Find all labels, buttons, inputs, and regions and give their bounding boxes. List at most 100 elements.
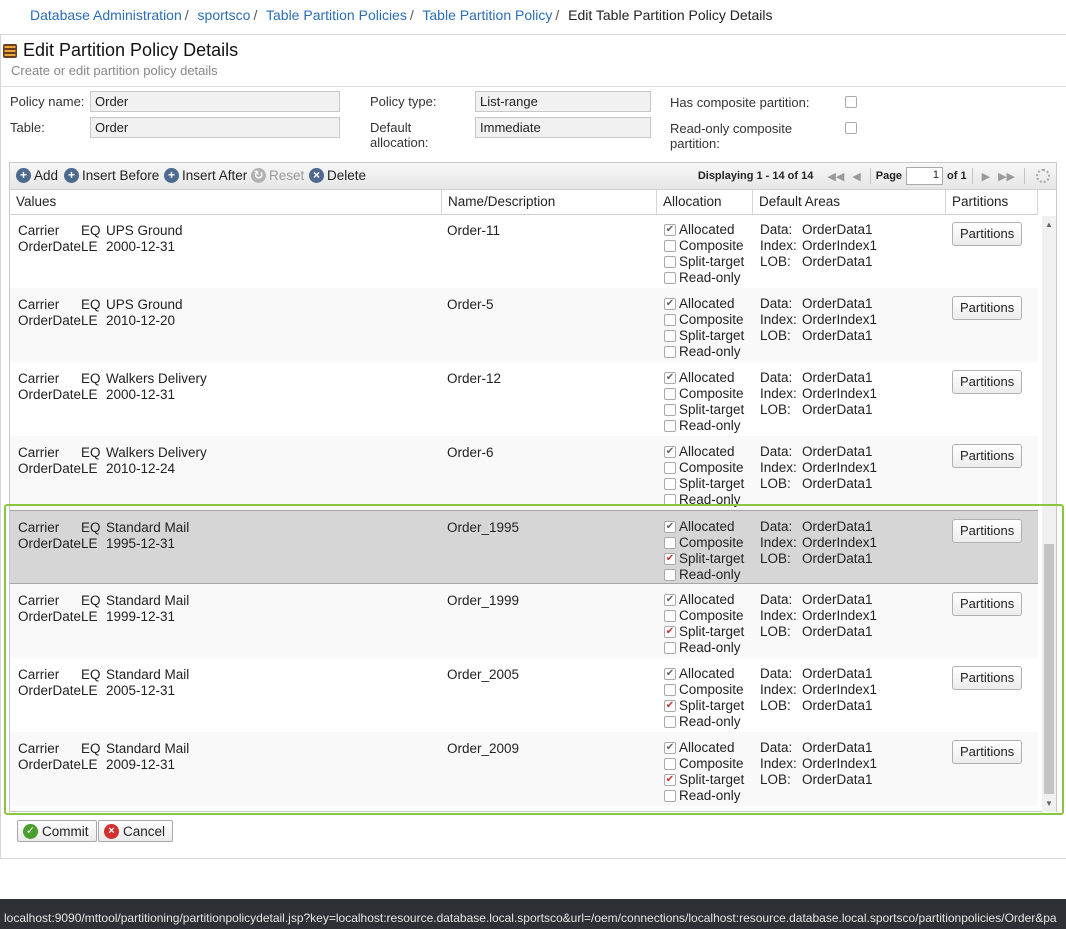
table-row[interactable]: Carrier EQ Standard Mail OrderDate LE 1999-12… (10, 584, 1038, 658)
allocated-checkbox[interactable]: ✔ (664, 594, 676, 606)
readonly-composite-checkbox[interactable] (845, 122, 857, 134)
scroll-up-icon[interactable]: ▲ (1042, 220, 1056, 229)
allocation-label: Composite (679, 608, 744, 623)
allocated-checkbox[interactable]: ✔ (664, 742, 676, 754)
column-header-values[interactable]: Values (10, 190, 442, 215)
table-row[interactable]: Carrier EQ UPS Ground OrderDate LE 2000-12-31… (10, 216, 1038, 288)
partitions-button[interactable]: Partitions (952, 296, 1023, 320)
row-default-areas: Data: OrderData1 Index: OrderIndex1 LOB: Orde… (760, 296, 960, 344)
breadcrumb-table-partition-policy[interactable]: Table Partition Policy (422, 7, 552, 23)
partitions-button[interactable]: Partitions (952, 444, 1023, 468)
first-page-icon[interactable]: ◀◀ (827, 170, 844, 183)
allocated-checkbox[interactable]: ✔ (664, 521, 676, 533)
partitions-button[interactable]: Partitions (952, 519, 1023, 543)
commit-button[interactable]: ✓ Commit (17, 820, 97, 842)
refresh-icon[interactable] (1036, 169, 1050, 183)
split-target-checkbox[interactable]: ✔ (664, 774, 676, 786)
row-name: Order_2009 (447, 741, 520, 756)
vertical-scrollbar[interactable]: ▲ ▼ (1042, 216, 1056, 812)
allocation-option: Split-target (664, 476, 744, 492)
allocated-checkbox[interactable]: ✔ (664, 372, 676, 384)
allocation-label: Allocated (679, 296, 735, 311)
area-value: OrderData1 (802, 370, 873, 385)
default-allocation-field[interactable]: Immediate (475, 117, 651, 138)
composite-checkbox[interactable] (664, 610, 676, 622)
table-field[interactable]: Order (90, 117, 340, 138)
breadcrumb-table-partition-policies[interactable]: Table Partition Policies (266, 7, 407, 23)
value-text: Standard Mail (106, 667, 190, 682)
table-row[interactable]: Carrier EQ Walkers Delivery OrderDate LE 2010… (10, 436, 1038, 510)
read-only-checkbox[interactable] (664, 569, 676, 581)
column-header-allocation[interactable]: Allocation (657, 190, 753, 215)
partitions-button[interactable]: Partitions (952, 222, 1023, 246)
area-line: LOB: OrderData1 (760, 551, 960, 567)
allocation-option: ✔ Split-target (664, 698, 744, 714)
insert-after-button[interactable]: + Insert After (164, 168, 247, 183)
split-target-checkbox[interactable]: ✔ (664, 700, 676, 712)
read-only-checkbox[interactable] (664, 346, 676, 358)
allocated-checkbox[interactable]: ✔ (664, 668, 676, 680)
scroll-thumb[interactable] (1044, 544, 1054, 794)
allocation-option: ✔ Split-target (664, 772, 744, 788)
table-row[interactable]: Carrier EQ UPS Ground OrderDate LE 2010-12-20… (10, 288, 1038, 362)
breadcrumb: Database Administration / sportsco / Table… (30, 7, 773, 23)
area-value: OrderData1 (802, 698, 873, 713)
allocated-checkbox[interactable]: ✔ (664, 446, 676, 458)
next-page-icon[interactable]: ▶ (982, 170, 990, 183)
read-only-checkbox[interactable] (664, 420, 676, 432)
delete-button[interactable]: × Delete (309, 168, 366, 183)
partitions-button[interactable]: Partitions (952, 740, 1023, 764)
allocation-option: Composite (664, 386, 744, 402)
prev-page-icon[interactable]: ◀ (852, 170, 860, 183)
scroll-down-icon[interactable]: ▼ (1042, 799, 1056, 808)
split-target-checkbox[interactable] (664, 404, 676, 416)
value-text: Standard Mail (106, 593, 190, 608)
policy-type-field[interactable]: List-range (475, 91, 651, 112)
table-row[interactable]: Carrier EQ Standard Mail OrderDate LE 1995-12… (10, 510, 1038, 584)
area-key: LOB: (760, 328, 791, 343)
column-header-default-areas[interactable]: Default Areas (753, 190, 946, 215)
table-row[interactable]: Carrier EQ Standard Mail OrderDate LE 2009-12… (10, 732, 1038, 806)
composite-checkbox[interactable] (664, 537, 676, 549)
policy-name-label: Policy name: (10, 94, 85, 109)
last-page-icon[interactable]: ▶▶ (998, 170, 1015, 183)
composite-checkbox[interactable] (664, 684, 676, 696)
column-header-partitions[interactable]: Partitions (946, 190, 1038, 215)
split-target-checkbox[interactable]: ✔ (664, 553, 676, 565)
read-only-checkbox[interactable] (664, 716, 676, 728)
add-button[interactable]: + Add (16, 168, 58, 183)
partitions-button[interactable]: Partitions (952, 592, 1023, 616)
row-allocation: ✔ Allocated Composite Split-target Read-only (664, 296, 744, 360)
composite-checkbox[interactable] (664, 240, 676, 252)
page-number-input[interactable]: 1 (906, 167, 944, 185)
table-row[interactable]: Carrier EQ Walkers Delivery OrderDate LE 2000… (10, 362, 1038, 436)
read-only-checkbox[interactable] (664, 642, 676, 654)
insert-before-button[interactable]: + Insert Before (64, 168, 159, 183)
cancel-button[interactable]: × Cancel (98, 820, 174, 842)
column-header-name[interactable]: Name/Description (442, 190, 657, 215)
allocation-option: Read-only (664, 270, 744, 286)
read-only-checkbox[interactable] (664, 790, 676, 802)
composite-checkbox[interactable] (664, 462, 676, 474)
policy-name-field[interactable]: Order (90, 91, 340, 112)
split-target-checkbox[interactable] (664, 330, 676, 342)
partitions-button[interactable]: Partitions (952, 370, 1023, 394)
partitions-button[interactable]: Partitions (952, 666, 1023, 690)
read-only-checkbox[interactable] (664, 494, 676, 506)
reset-button[interactable]: ↻ Reset (251, 168, 304, 183)
composite-checkbox[interactable] (664, 758, 676, 770)
read-only-checkbox[interactable] (664, 272, 676, 284)
value-operator: EQ (81, 667, 101, 682)
composite-checkbox[interactable] (664, 388, 676, 400)
composite-checkbox[interactable] (664, 314, 676, 326)
split-target-checkbox[interactable]: ✔ (664, 626, 676, 638)
table-row[interactable]: Carrier EQ Standard Mail OrderDate LE 2005-12… (10, 658, 1038, 732)
breadcrumb-sportsco[interactable]: sportsco (198, 7, 251, 23)
area-key: LOB: (760, 624, 791, 639)
breadcrumb-database-administration[interactable]: Database Administration (30, 7, 182, 23)
allocated-checkbox[interactable]: ✔ (664, 224, 676, 236)
allocated-checkbox[interactable]: ✔ (664, 298, 676, 310)
split-target-checkbox[interactable] (664, 256, 676, 268)
has-composite-checkbox[interactable] (845, 96, 857, 108)
split-target-checkbox[interactable] (664, 478, 676, 490)
